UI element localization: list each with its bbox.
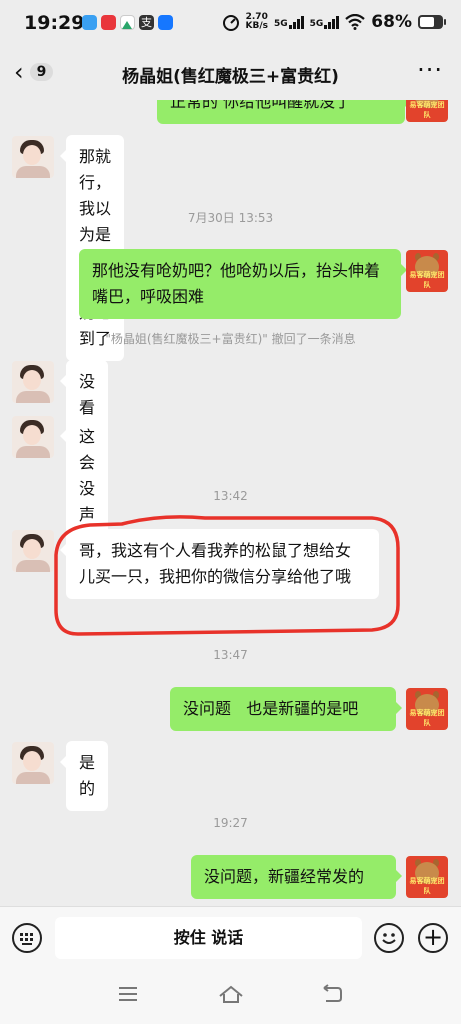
plus-icon[interactable]: + — [418, 923, 448, 953]
chevron-left-icon: ‹ — [14, 58, 24, 86]
input-bar: 按住 说话 + — [0, 906, 461, 969]
my-avatar[interactable]: 易客萌宠团队 — [406, 688, 448, 730]
message-text: 没问题，新疆经常发的 — [204, 867, 365, 886]
net-speed-unit: KB/s — [245, 21, 268, 31]
contact-avatar[interactable] — [12, 742, 54, 784]
system-nav-bar — [0, 968, 461, 1024]
signal-bars-icon — [324, 15, 340, 29]
chat-header: ‹ 9 杨晶姐(售红魔极三+富贵红) ··· — [0, 48, 461, 100]
status-bar: 19:29 支 2.70 KB/s 5G 5G 68% — [0, 0, 461, 48]
chat-title: 杨晶姐(售红魔极三+富贵红) — [122, 67, 339, 87]
wifi-icon — [345, 14, 366, 30]
battery-fill — [420, 17, 435, 27]
signal-2: 5G — [309, 15, 340, 29]
message-list[interactable]: 正常的 你给他叫醒就没了 易客萌宠团队 那就行，我以为是我回来喂奶呛到了 7月3… — [0, 100, 461, 906]
speedometer-icon — [222, 15, 239, 31]
message-bubble[interactable]: 没问题 也是新疆的是吧 — [170, 687, 402, 731]
status-right: 2.70 KB/s 5G 5G 68% — [222, 12, 446, 32]
blue-app-icon — [158, 15, 173, 30]
battery-icon — [418, 15, 446, 29]
net-speed: 2.70 KB/s — [246, 13, 268, 31]
back-button[interactable]: ‹ 9 — [14, 58, 54, 86]
avatar-caption: 易客萌宠团队 — [409, 709, 445, 727]
cloud-icon — [82, 15, 97, 30]
signal-1: 5G — [273, 15, 304, 29]
emoji-icon[interactable] — [374, 923, 404, 953]
message-text: 是的 — [79, 753, 96, 798]
notification-icons: 支 — [82, 15, 173, 30]
more-dots-icon[interactable]: ··· — [417, 56, 443, 84]
timestamp: 13:47 — [213, 648, 248, 662]
signal-1-label: 5G — [273, 18, 288, 29]
hold-to-talk-button[interactable]: 按住 说话 — [55, 917, 362, 959]
person-icon — [23, 751, 41, 771]
my-avatar[interactable]: 易客萌宠团队 — [406, 856, 448, 898]
battery-percent: 68% — [371, 12, 412, 32]
home-icon[interactable] — [218, 984, 244, 1009]
signal-bars-icon — [288, 15, 304, 29]
sn-app-icon — [101, 15, 116, 30]
unread-count-badge: 9 — [29, 63, 54, 81]
message-bubble[interactable]: 是的 — [59, 741, 109, 811]
back-icon[interactable] — [320, 984, 344, 1009]
message-bubble[interactable]: 没问题，新疆经常发的 — [191, 855, 402, 899]
mountain-icon — [120, 15, 135, 30]
menu-icon[interactable] — [117, 984, 139, 1008]
clock: 19:29 — [24, 12, 85, 34]
timestamp: 19:27 — [213, 816, 248, 830]
message-text: 没问题 也是新疆的是吧 — [183, 699, 359, 718]
avatar-caption: 易客萌宠团队 — [409, 877, 445, 895]
signal-2-label: 5G — [309, 18, 324, 29]
alipay-icon: 支 — [139, 15, 154, 30]
keyboard-icon[interactable] — [12, 923, 42, 953]
